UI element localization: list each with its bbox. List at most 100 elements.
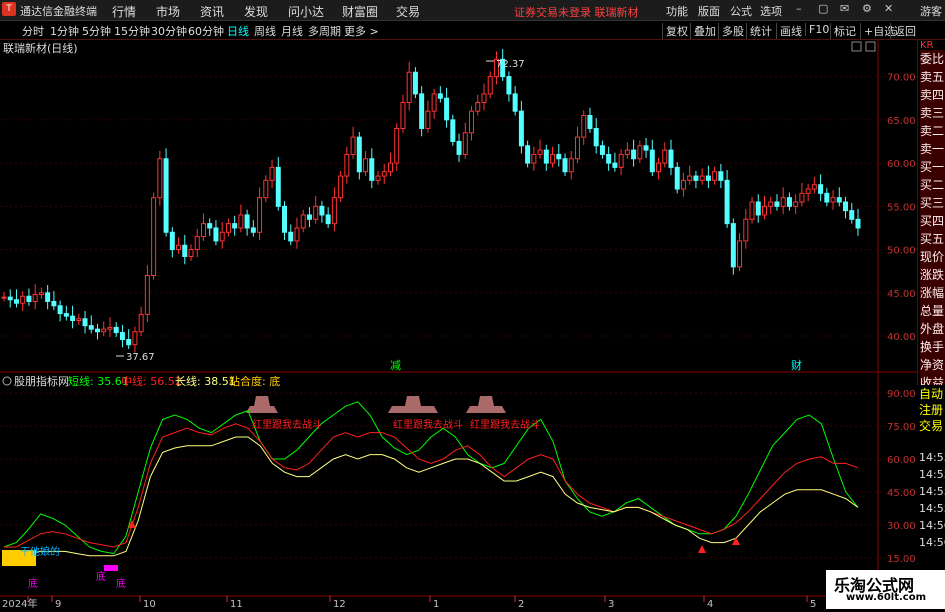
indicator-tick-label: 60.00 <box>887 455 916 466</box>
period-5min[interactable]: 5分钟 <box>82 23 111 39</box>
quote-field-label[interactable]: 卖五 <box>920 68 945 86</box>
f10-button[interactable]: F10 <box>805 23 829 36</box>
menu-market[interactable]: 市场 <box>156 3 180 20</box>
quote-field-label[interactable]: 委比 <box>920 50 945 68</box>
candle-body <box>157 158 163 199</box>
quote-field-label[interactable]: 买二 <box>920 176 945 194</box>
candle-body <box>780 197 786 207</box>
menu-wealth[interactable]: 财富圈 <box>342 3 378 20</box>
candle-body <box>369 158 375 181</box>
period-weekly[interactable]: 周线 <box>254 23 276 39</box>
quote-field-label[interactable]: 买三 <box>920 194 945 212</box>
candle-body <box>437 93 443 99</box>
settings-icon[interactable]: ⚙ <box>862 2 872 15</box>
period-multi[interactable]: 多周期 <box>308 23 341 39</box>
indicator-menu-icon[interactable] <box>2 376 12 386</box>
menu-discover[interactable]: 发现 <box>244 3 268 20</box>
candle-body <box>412 71 418 95</box>
quote-field-label[interactable]: 涨幅 <box>920 284 945 302</box>
back-button[interactable]: 返回 <box>890 23 916 39</box>
menu-trade[interactable]: 交易 <box>396 3 420 20</box>
x-axis-label: 1 <box>433 599 439 609</box>
side-panel-item[interactable]: 自动 <box>919 385 943 402</box>
quote-field-label[interactable]: 卖四 <box>920 86 945 104</box>
side-panel-item[interactable]: 交易 <box>919 417 943 434</box>
candle-body <box>849 210 855 220</box>
candle-body <box>13 299 19 304</box>
period-1min[interactable]: 1分钟 <box>50 23 79 39</box>
mail-icon[interactable]: ✉ <box>840 2 849 15</box>
draw-line-button[interactable]: 画线 <box>776 23 802 39</box>
side-panel-item[interactable]: 注册 <box>919 401 943 418</box>
quote-field-label[interactable]: 外盘 <box>920 320 945 338</box>
quote-field-label[interactable]: 卖三 <box>920 104 945 122</box>
candle-body <box>138 313 144 333</box>
candle-body <box>562 158 568 173</box>
period-more[interactable]: 更多 > <box>344 23 379 39</box>
chart-area[interactable]: 联瑞新材(日线) 40.00 45.00 50.00 55.00 60.00 65.00 7… <box>0 40 945 610</box>
multi-stock-button[interactable]: 多股 <box>718 23 744 39</box>
quote-field-label[interactable]: 总量 <box>920 302 945 320</box>
quote-field-label[interactable]: 买一 <box>920 158 945 176</box>
price-tick-label: 40.00 <box>887 332 916 343</box>
high-label: 72.37 <box>496 59 525 70</box>
mark-button[interactable]: 标记 <box>830 23 856 39</box>
pane-toggle-icon[interactable] <box>851 41 862 52</box>
menu-news[interactable]: 资讯 <box>200 3 224 20</box>
menu-market-quote[interactable]: 行情 <box>112 3 136 20</box>
overlay-button[interactable]: 叠加 <box>690 23 716 39</box>
minimize-icon[interactable]: – <box>796 2 802 15</box>
app-title: 通达信金融终端 <box>20 5 97 18</box>
finance-marker[interactable]: 财 <box>791 358 802 372</box>
long-line-label: 长线: 38.51 <box>175 374 236 388</box>
indicator-tick-label: 45.00 <box>887 488 916 499</box>
price-tick-label: 70.00 <box>887 73 916 84</box>
candle-body <box>394 127 400 164</box>
period-monthly[interactable]: 月线 <box>281 23 303 39</box>
tick-time: 14:55 <box>919 451 945 464</box>
menu-options[interactable]: 选项 <box>760 3 782 19</box>
bottom-bar-magenta <box>104 565 118 571</box>
indicator-name[interactable]: 股朋指标网 <box>14 374 69 388</box>
menu-formula[interactable]: 公式 <box>730 3 752 19</box>
pane-expand-icon[interactable] <box>865 41 876 52</box>
candle-body <box>32 294 38 302</box>
period-60min[interactable]: 60分钟 <box>188 23 224 39</box>
user-label[interactable]: 游客 <box>920 3 942 19</box>
quote-field-label[interactable]: 净资 <box>920 356 945 374</box>
menu-function[interactable]: 功能 <box>666 3 688 19</box>
candle-body <box>238 214 244 229</box>
candle-body <box>101 328 107 333</box>
candle-body <box>631 149 637 160</box>
period-toolbar: 分时 1分钟 5分钟 15分钟 30分钟 60分钟 日线 周线 月线 多周期 更… <box>0 21 945 40</box>
quote-field-label[interactable]: 卖一 <box>920 140 945 158</box>
menu-ask[interactable]: 问小达 <box>288 3 324 20</box>
period-daily[interactable]: 日线 <box>227 23 249 39</box>
candle-body <box>431 93 437 112</box>
login-status[interactable]: 证券交易未登录 联瑞新材 <box>514 4 639 20</box>
candle-body <box>531 153 537 164</box>
reduce-marker[interactable]: 减 <box>390 359 401 372</box>
period-15min[interactable]: 15分钟 <box>114 23 150 39</box>
stats-button[interactable]: 统计 <box>746 23 772 39</box>
quote-field-label[interactable]: 涨跌 <box>920 266 945 284</box>
menu-layout[interactable]: 版面 <box>698 3 720 19</box>
candle-body <box>356 136 362 173</box>
tick-time: 14:55 <box>919 468 945 481</box>
quote-field-label[interactable]: 现价 <box>920 248 945 266</box>
candle-body <box>556 153 562 160</box>
candle-body <box>232 223 238 229</box>
quote-field-label[interactable]: 买四 <box>920 212 945 230</box>
restore-icon[interactable]: ▢ <box>818 2 828 15</box>
quote-field-label[interactable]: 卖二 <box>920 122 945 140</box>
close-icon[interactable]: ✕ <box>884 2 893 15</box>
period-30min[interactable]: 30分钟 <box>151 23 187 39</box>
period-tick[interactable]: 分时 <box>22 23 44 39</box>
short-line-label: 短线: 35.61 <box>68 374 129 388</box>
quote-field-label[interactable]: 换手 <box>920 338 945 356</box>
adjust-button[interactable]: 复权 <box>662 23 688 39</box>
candle-body <box>743 218 749 242</box>
long-line-series <box>4 436 859 557</box>
quote-field-label[interactable]: 买五 <box>920 230 945 248</box>
candle-body <box>705 175 711 181</box>
